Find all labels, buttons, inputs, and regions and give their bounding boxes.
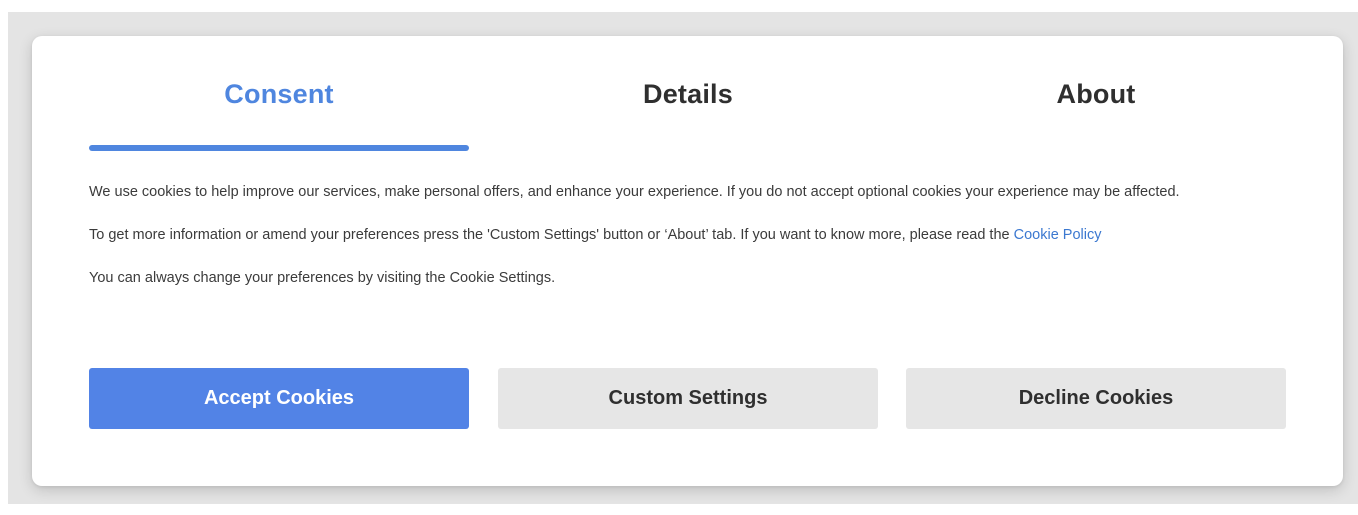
active-tab-indicator	[89, 145, 469, 151]
cookie-consent-dialog: Consent Details About We use cookies to …	[32, 36, 1343, 486]
tab-bar: Consent Details About	[89, 36, 1286, 152]
consent-paragraph-info-text: To get more information or amend your pr…	[89, 227, 1014, 243]
consent-paragraph-info: To get more information or amend your pr…	[89, 225, 1289, 246]
consent-paragraph-intro: We use cookies to help improve our servi…	[89, 184, 1180, 200]
accept-cookies-button[interactable]: Accept Cookies	[89, 368, 469, 429]
tab-about[interactable]: About	[906, 78, 1286, 118]
consent-paragraph-settings: You can always change your preferences b…	[89, 270, 556, 286]
cookie-policy-link[interactable]: Cookie Policy	[1014, 227, 1102, 243]
custom-settings-button[interactable]: Custom Settings	[498, 368, 878, 429]
button-row: Accept Cookies Custom Settings Decline C…	[89, 368, 1287, 429]
tab-details[interactable]: Details	[498, 78, 878, 118]
consent-text: We use cookies to help improve our servi…	[89, 182, 1289, 311]
decline-cookies-button[interactable]: Decline Cookies	[906, 368, 1286, 429]
tab-consent[interactable]: Consent	[89, 78, 469, 118]
